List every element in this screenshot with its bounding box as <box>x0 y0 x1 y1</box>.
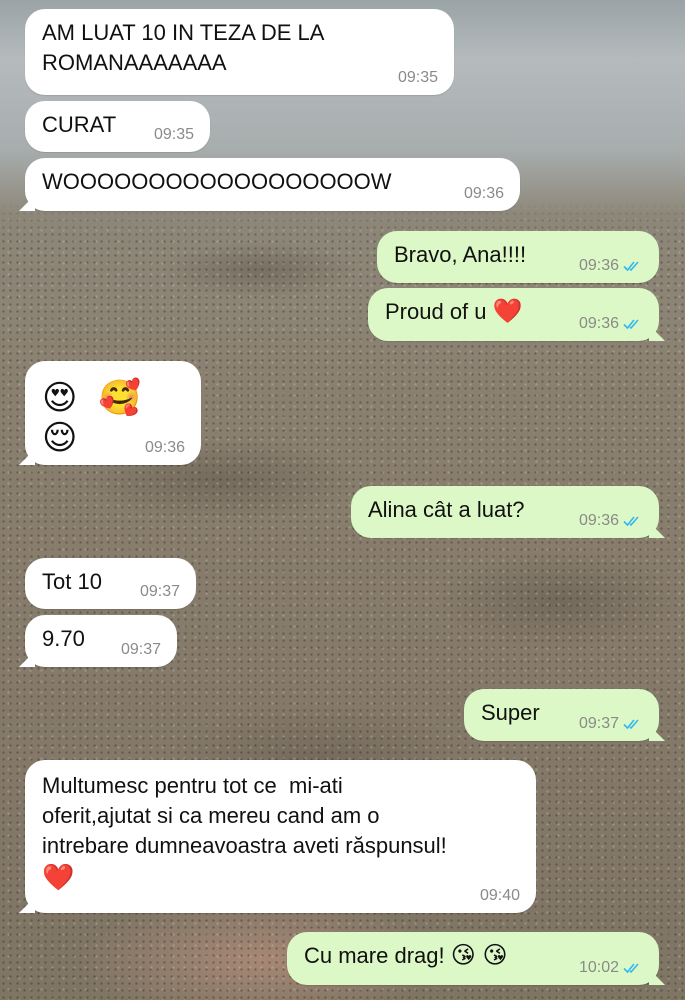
message-time: 09:36 <box>463 185 504 202</box>
double-check-icon <box>623 516 639 527</box>
kiss-emoji: 😘 😘 <box>450 942 508 969</box>
message-incoming[interactable]: Multumesc pentru tot ce mi-ati oferit,aj… <box>25 760 536 913</box>
message-outgoing[interactable]: Proud of u ❤️ 09:36 <box>368 288 659 341</box>
heart-icon: ❤️ <box>42 862 75 892</box>
message-time: 09:37 <box>139 583 180 600</box>
message-time: 09:35 <box>397 69 438 86</box>
message-incoming[interactable]: Tot 10 09:37 <box>25 558 196 609</box>
message-text: Proud of u <box>385 299 487 324</box>
message-text: Cu mare drag! <box>304 943 445 968</box>
message-incoming[interactable]: 😍 🥰 😌 09:36 <box>25 361 201 465</box>
double-check-icon <box>623 963 639 974</box>
message-time: 09:35 <box>153 126 194 143</box>
message-outgoing[interactable]: Alina cât a luat? 09:36 <box>351 486 659 538</box>
message-text: AM LUAT 10 IN TEZA DE LA ROMANAAAAAAA <box>42 20 325 75</box>
heart-icon: ❤️ <box>492 298 523 325</box>
double-check-icon <box>623 319 639 330</box>
message-time: 09:36 <box>578 512 619 529</box>
message-time: 09:36 <box>578 315 619 332</box>
double-check-icon <box>623 719 639 730</box>
message-text: WOOOOOOOOOOOOOOOOOOW <box>42 169 392 194</box>
message-text: Multumesc pentru tot ce mi-ati oferit,aj… <box>42 773 447 858</box>
message-time: 09:36 <box>144 439 185 456</box>
message-incoming[interactable]: AM LUAT 10 IN TEZA DE LA ROMANAAAAAAA 09… <box>25 9 454 95</box>
message-outgoing[interactable]: Bravo, Ana!!!! 09:36 <box>377 231 659 283</box>
message-incoming[interactable]: 9.70 09:37 <box>25 615 177 667</box>
message-time: 09:37 <box>120 641 161 658</box>
double-check-icon <box>623 261 639 272</box>
message-time: 09:40 <box>479 887 520 904</box>
message-outgoing[interactable]: Cu mare drag! 😘 😘 10:02 <box>287 932 659 985</box>
message-time: 09:36 <box>578 257 619 274</box>
message-incoming[interactable]: CURAT 09:35 <box>25 101 210 152</box>
message-outgoing[interactable]: Super 09:37 <box>464 689 659 741</box>
message-time: 09:37 <box>578 715 619 732</box>
message-time: 10:02 <box>578 959 619 976</box>
message-incoming[interactable]: WOOOOOOOOOOOOOOOOOOW 09:36 <box>25 158 520 211</box>
